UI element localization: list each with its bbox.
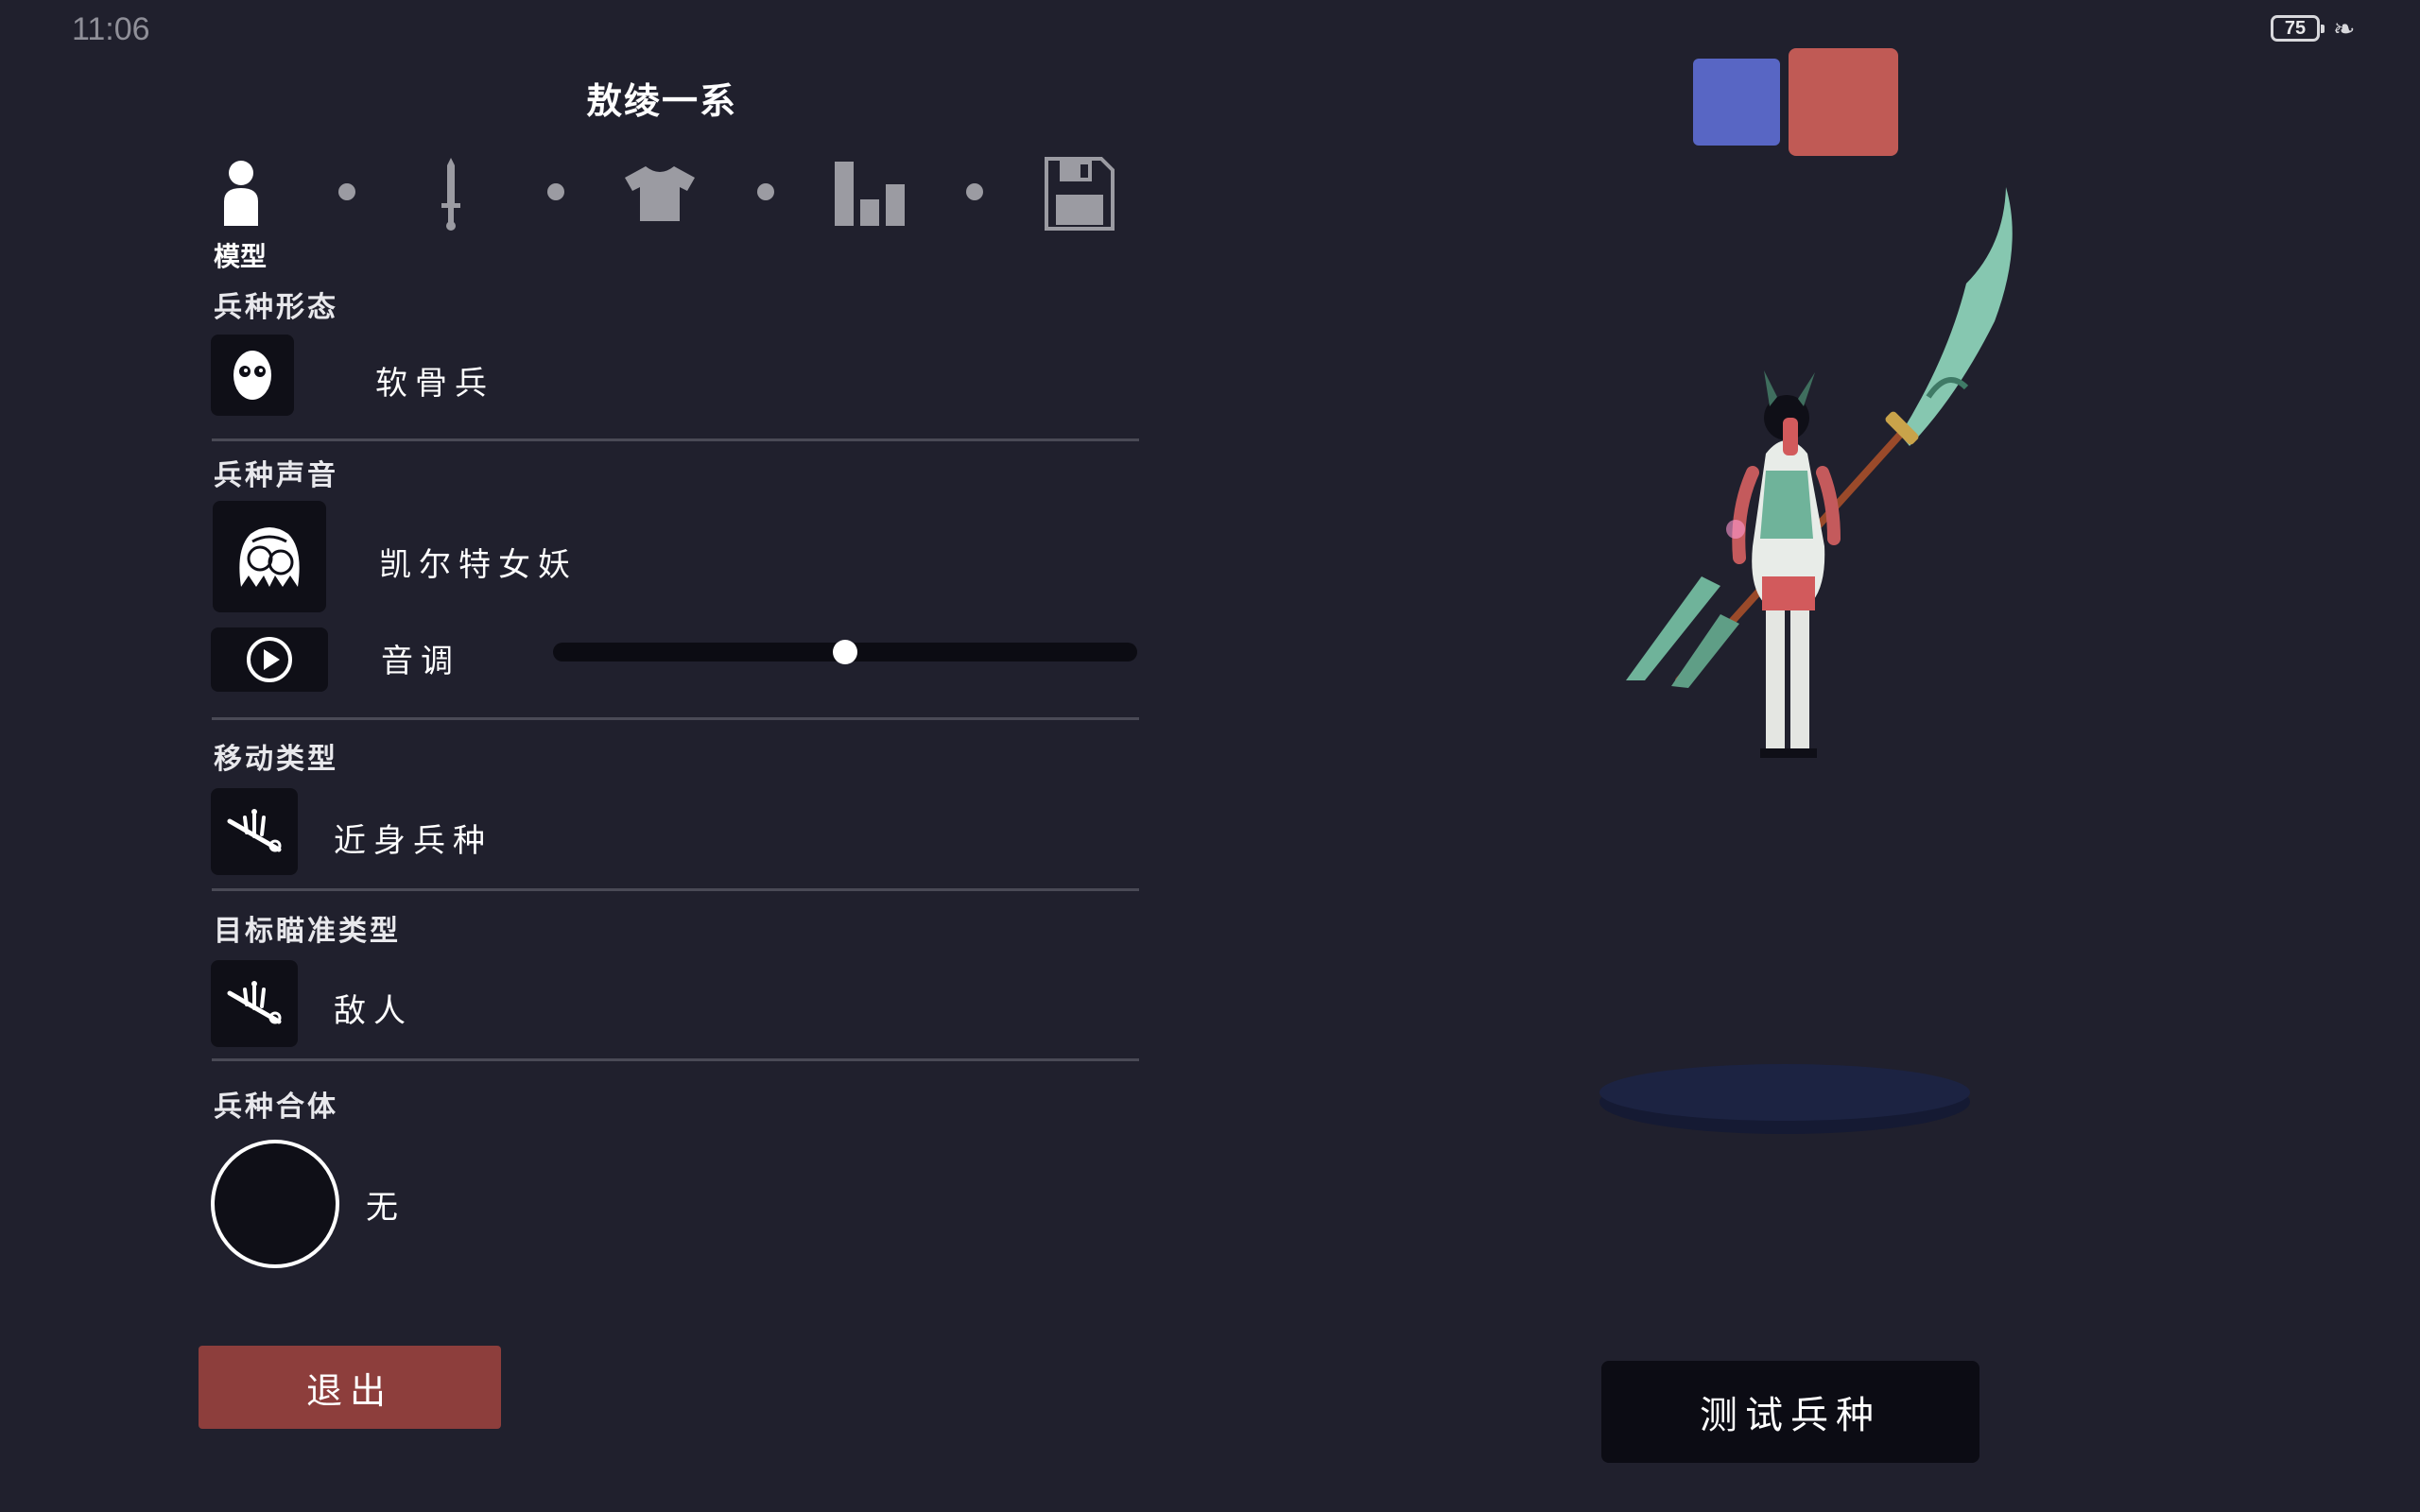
heading-targeting-type: 目标瞄准类型 (214, 915, 401, 948)
banshee-icon (239, 527, 300, 587)
exit-button[interactable]: 退出 (199, 1346, 501, 1429)
divider (212, 888, 1139, 891)
unit-title: 敖绫一系 (585, 80, 737, 122)
character-model (1726, 370, 1841, 758)
unit-merge-value: 无 (366, 1189, 406, 1227)
team-blue-button[interactable] (1693, 59, 1780, 146)
heading-movement-type: 移动类型 (214, 743, 338, 776)
movement-icon (227, 809, 282, 852)
divider (212, 438, 1139, 441)
nav-save[interactable] (1037, 151, 1122, 236)
heading-unit-voice: 兵种声音 (214, 459, 338, 492)
nav-stats[interactable] (827, 151, 912, 236)
nav-clothing[interactable] (617, 151, 702, 236)
glaive-icon (1626, 187, 2013, 688)
nav-separator-dot (966, 183, 983, 200)
battery-indicator: 75 (2271, 15, 2325, 42)
nav-separator-dot (547, 183, 564, 200)
movement-type-value: 近身兵种 (334, 822, 493, 860)
person-icon (224, 161, 258, 226)
bar-chart-icon (835, 162, 905, 226)
movement-type-selector[interactable] (211, 788, 298, 875)
nav-label-model: 模型 (214, 241, 268, 272)
test-unit-button[interactable]: 测试兵种 (1601, 1361, 1979, 1463)
divider (212, 717, 1139, 720)
pitch-label: 音调 (381, 643, 460, 680)
sword-icon (441, 158, 460, 231)
play-voice-button[interactable] (211, 627, 328, 692)
pitch-slider-handle[interactable] (833, 640, 857, 664)
save-icon (1045, 157, 1115, 231)
unit-merge-selector[interactable] (211, 1140, 339, 1268)
heading-unit-form: 兵种形态 (214, 291, 338, 324)
targeting-type-selector[interactable] (211, 960, 298, 1047)
play-icon (247, 637, 292, 682)
targeting-type-value: 敌人 (334, 992, 413, 1030)
team-red-button[interactable] (1789, 48, 1898, 156)
unit-preview (1599, 187, 2013, 1134)
nav-model[interactable] (199, 151, 284, 236)
leaf-icon: ❧ (2333, 13, 2356, 44)
unit-voice-value: 凯尔特女妖 (379, 546, 578, 584)
unit-voice-selector[interactable] (213, 501, 326, 612)
heading-unit-merge: 兵种合体 (214, 1091, 338, 1124)
unit-form-selector[interactable] (211, 335, 294, 416)
target-icon (227, 981, 282, 1024)
nav-weapon[interactable] (408, 151, 493, 236)
divider (212, 1058, 1139, 1061)
status-time: 11:06 (72, 11, 150, 47)
pedestal-top (1599, 1064, 1970, 1121)
shirt-icon (625, 166, 695, 221)
ragdoll-face-icon (233, 351, 271, 400)
nav-separator-dot (338, 183, 355, 200)
nav-separator-dot (757, 183, 774, 200)
unit-form-value: 软骨兵 (375, 365, 494, 403)
